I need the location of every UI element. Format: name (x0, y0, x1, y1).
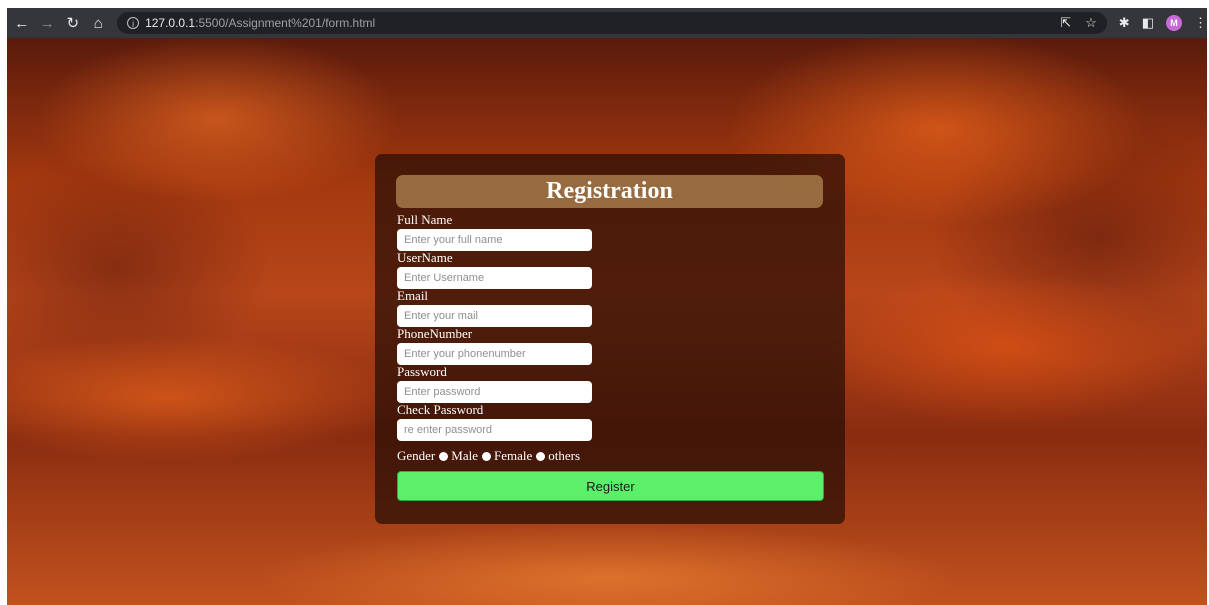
password-input[interactable] (397, 381, 592, 403)
gender-label: Gender (397, 448, 436, 463)
form-title: Registration (396, 175, 823, 208)
phone-input[interactable] (397, 343, 592, 365)
register-button[interactable]: Register (397, 471, 824, 501)
page-background: Registration Full Name UserName Email Ph… (7, 38, 1207, 605)
browser-toolbar: ← → ↻ ⌂ i 127.0.0.1:5500/Assignment%201/… (7, 8, 1207, 38)
gender-row: Gender Male Female others (397, 448, 580, 464)
check-password-input[interactable] (397, 419, 592, 441)
gender-male-label: Male (451, 448, 478, 463)
gender-male-radio[interactable] (439, 451, 449, 461)
forward-icon[interactable]: → (37, 12, 59, 34)
check-password-label: Check Password (397, 402, 484, 417)
back-icon[interactable]: ← (11, 12, 33, 34)
profile-avatar[interactable]: M (1166, 15, 1182, 31)
browser-window: ← → ↻ ⌂ i 127.0.0.1:5500/Assignment%201/… (7, 8, 1207, 605)
email-label: Email (397, 288, 429, 303)
site-info-icon[interactable]: i (127, 17, 140, 29)
address-bar[interactable]: i 127.0.0.1:5500/Assignment%201/form.htm… (117, 12, 1107, 34)
gender-female-radio[interactable] (481, 451, 491, 461)
password-label: Password (397, 364, 447, 379)
url-host: 127.0.0.1 (145, 16, 196, 30)
bookmark-star-icon[interactable]: ☆ (1085, 15, 1097, 31)
email-input[interactable] (397, 305, 592, 327)
full-name-label: Full Name (397, 212, 453, 227)
home-icon[interactable]: ⌂ (88, 12, 110, 34)
menu-dots-icon[interactable]: ⋮ (1194, 15, 1207, 31)
gender-others-radio[interactable] (536, 451, 546, 461)
gender-female-label: Female (493, 448, 533, 463)
side-panel-icon[interactable]: ◧ (1142, 15, 1154, 31)
phone-label: PhoneNumber (397, 326, 473, 341)
username-label: UserName (397, 250, 453, 265)
url-path: :5500/Assignment%201/form.html (195, 16, 376, 30)
reload-icon[interactable]: ↻ (62, 12, 84, 34)
registration-card: Registration Full Name UserName Email Ph… (375, 154, 845, 524)
username-input[interactable] (397, 267, 592, 289)
share-icon[interactable]: ⇱ (1060, 15, 1071, 31)
full-name-input[interactable] (397, 229, 592, 251)
gender-others-label: others (548, 448, 581, 463)
extensions-puzzle-icon[interactable]: ✱ (1119, 15, 1130, 31)
